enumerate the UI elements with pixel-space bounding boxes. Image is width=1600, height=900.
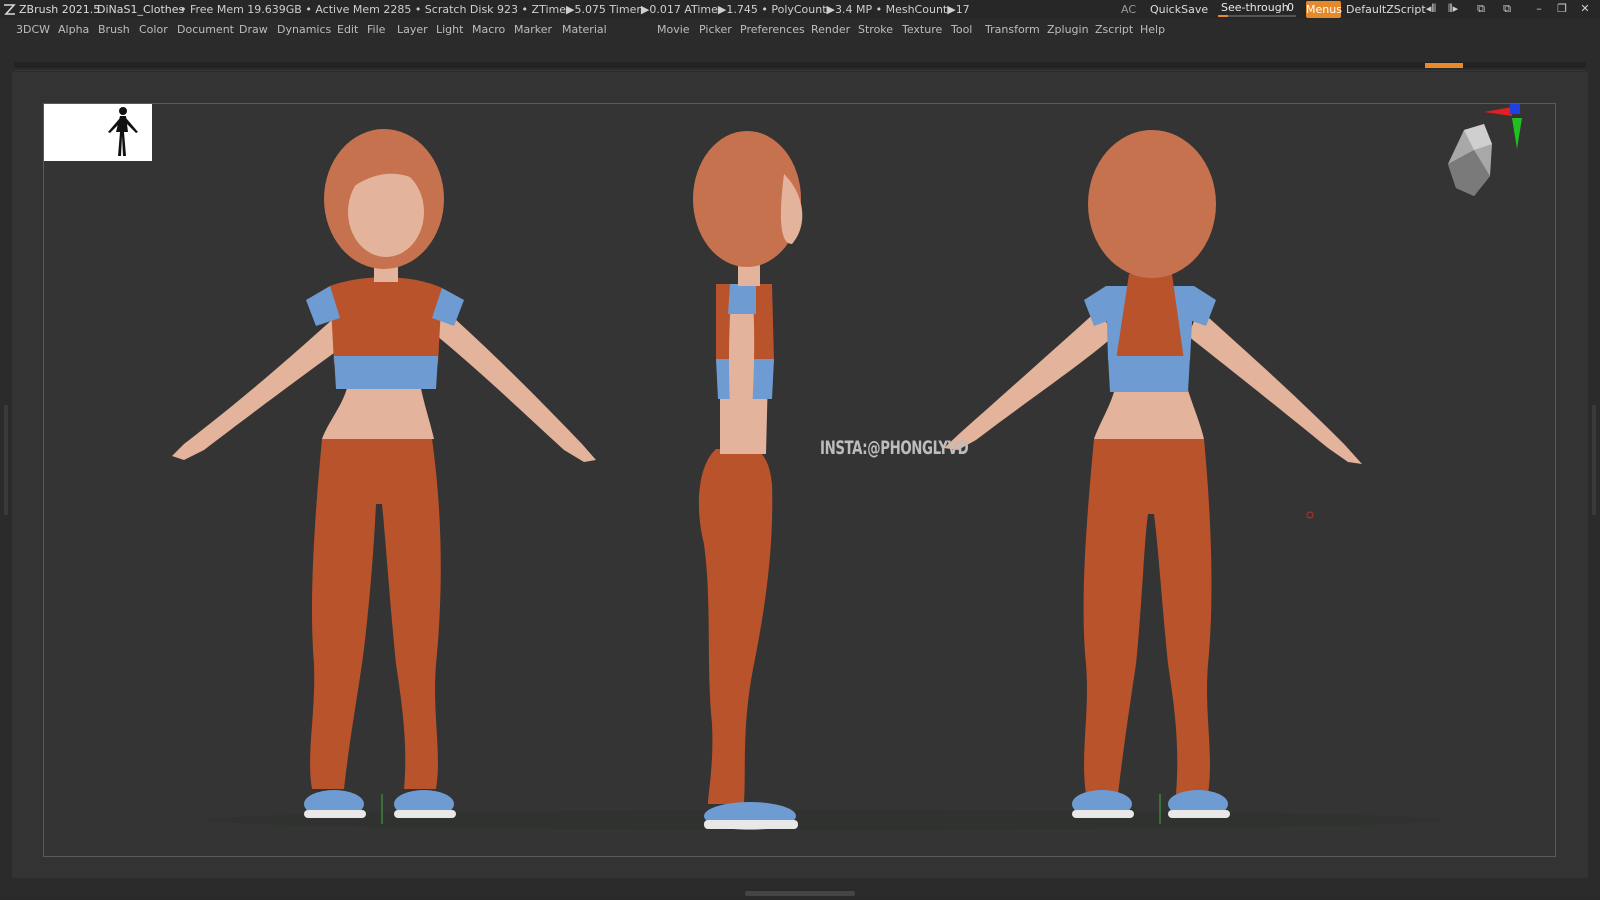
menu-edit[interactable]: Edit xyxy=(337,19,358,41)
menu-zplugin[interactable]: Zplugin xyxy=(1047,19,1089,41)
menu-bar: 3DCW Alpha Brush Color Document Draw Dyn… xyxy=(0,19,1600,41)
menu-transform[interactable]: Transform xyxy=(985,19,1040,41)
undock-icon[interactable]: ⧉ xyxy=(1474,2,1488,16)
menu-brush[interactable]: Brush xyxy=(98,19,130,41)
model-render xyxy=(172,104,1522,830)
quicksave-button[interactable]: QuickSave xyxy=(1150,0,1208,19)
menu-color[interactable]: Color xyxy=(139,19,168,41)
menu-light[interactable]: Light xyxy=(436,19,463,41)
see-through-track xyxy=(1218,15,1296,17)
right-tray-handle[interactable] xyxy=(1592,405,1596,515)
menu-zscript[interactable]: Zscript xyxy=(1095,19,1133,41)
see-through-fill xyxy=(1218,15,1228,17)
memory-stats: • Free Mem 19.639GB • Active Mem 2285 • … xyxy=(180,3,970,16)
navigation-thumbnail[interactable] xyxy=(44,104,152,161)
bottom-shelf xyxy=(0,880,1600,900)
zbrush-logo-icon[interactable] xyxy=(3,3,16,16)
menu-stroke[interactable]: Stroke xyxy=(858,19,893,41)
palette-left-icon[interactable]: ◂⦀ xyxy=(1424,2,1438,16)
bottom-tray-handle[interactable] xyxy=(745,891,855,896)
document-name: DiNaS1_Clothes xyxy=(97,3,185,16)
menu-layer[interactable]: Layer xyxy=(397,19,428,41)
menu-render[interactable]: Render xyxy=(811,19,850,41)
palette-right-icon[interactable]: ⦀▸ xyxy=(1446,2,1460,16)
layout-icon[interactable]: ⧉ xyxy=(1500,2,1514,16)
character-back-view xyxy=(944,130,1362,818)
instagram-watermark: INSTA:@PHONGLYVD xyxy=(820,437,969,459)
see-through-slider[interactable]: See-through 0 xyxy=(1218,0,1296,19)
shelf-accent-marker xyxy=(1425,63,1463,68)
document-canvas[interactable] xyxy=(43,103,1556,857)
menu-help[interactable]: Help xyxy=(1140,19,1165,41)
menu-dynamics[interactable]: Dynamics xyxy=(277,19,331,41)
character-front-view xyxy=(172,129,596,818)
navigation-cube-icon[interactable] xyxy=(1448,124,1492,196)
menus-toggle-button[interactable]: Menus xyxy=(1306,1,1342,18)
menu-texture[interactable]: Texture xyxy=(902,19,942,41)
menu-document[interactable]: Document xyxy=(177,19,234,41)
app-name: ZBrush 2021.5 xyxy=(19,3,101,16)
left-tray-handle[interactable] xyxy=(4,405,8,515)
shelf-divider xyxy=(14,70,1586,71)
character-side-view xyxy=(693,131,803,830)
title-bar: ZBrush 2021.5 DiNaS1_Clothes • Free Mem … xyxy=(0,0,1600,19)
ac-button[interactable]: AC xyxy=(1121,0,1136,19)
menu-preferences[interactable]: Preferences xyxy=(740,19,805,41)
menu-material[interactable]: Material xyxy=(562,19,607,41)
menu-tool[interactable]: Tool xyxy=(951,19,972,41)
menu-alpha[interactable]: Alpha xyxy=(58,19,89,41)
menu-picker[interactable]: Picker xyxy=(699,19,732,41)
thumbnail-silhouette-icon xyxy=(108,107,138,156)
close-icon[interactable]: ✕ xyxy=(1578,2,1592,16)
menu-3dcw[interactable]: 3DCW xyxy=(16,19,50,41)
menu-movie[interactable]: Movie xyxy=(657,19,690,41)
menu-file[interactable]: File xyxy=(367,19,385,41)
top-shelf xyxy=(14,62,1586,68)
restore-icon[interactable]: ❐ xyxy=(1555,2,1569,16)
minimize-icon[interactable]: – xyxy=(1532,2,1546,16)
default-zscript-button[interactable]: DefaultZScript xyxy=(1346,0,1426,19)
menu-macro[interactable]: Macro xyxy=(472,19,505,41)
menu-marker[interactable]: Marker xyxy=(514,19,552,41)
menu-draw[interactable]: Draw xyxy=(239,19,268,41)
